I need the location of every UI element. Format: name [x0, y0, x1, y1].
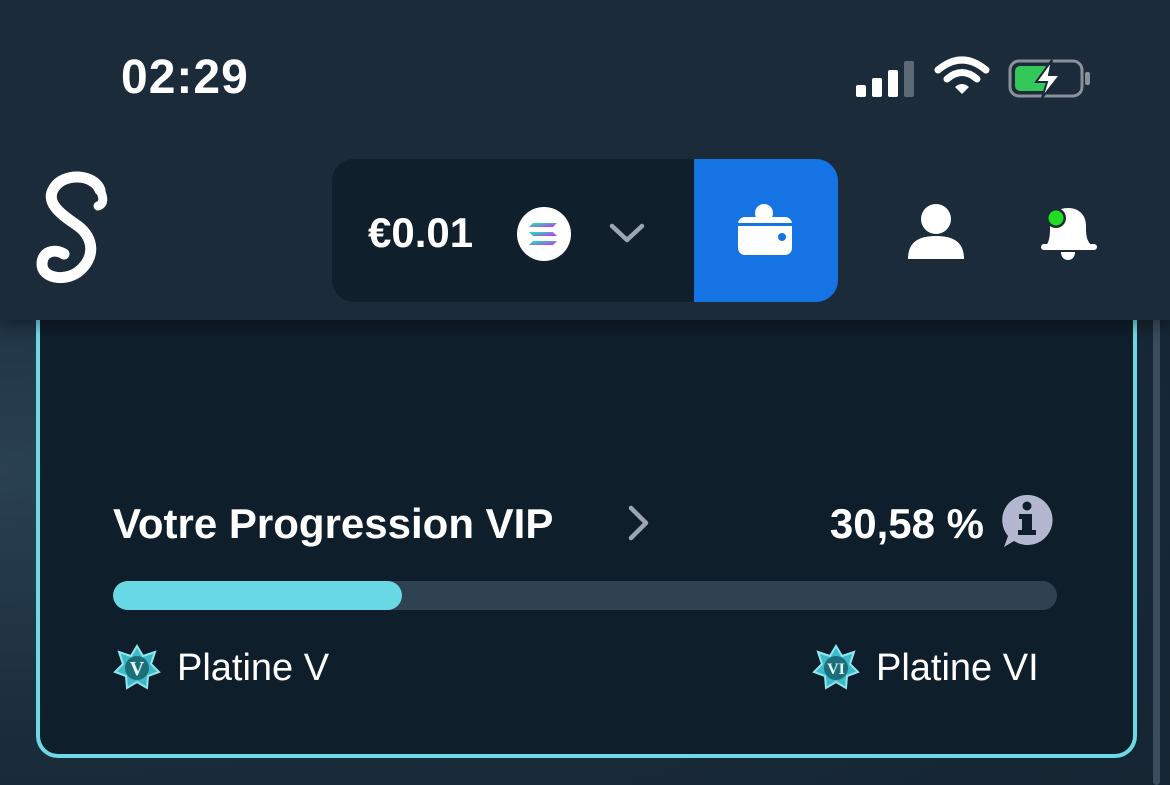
current-tier-label: Platine V: [177, 646, 330, 689]
wallet-icon: [738, 204, 792, 255]
balance-selector[interactable]: €0.01: [332, 159, 838, 302]
chevron-right-icon[interactable]: [624, 503, 654, 543]
signal-icon: [856, 61, 914, 97]
vip-progress-title[interactable]: Votre Progression VIP: [113, 500, 553, 548]
bell-icon[interactable]: [1036, 200, 1100, 262]
user-icon[interactable]: [906, 203, 966, 261]
tier-badge-text: V: [130, 658, 145, 680]
info-icon[interactable]: [1000, 493, 1054, 549]
vip-progress-fill: [113, 581, 402, 610]
balance-amount: €0.01: [368, 209, 474, 256]
vip-progress-bar: [113, 581, 1057, 610]
chevron-down-icon[interactable]: [608, 221, 646, 245]
tier-badge-text: VI: [827, 661, 845, 678]
vip-tier-badge-icon: VI: [812, 644, 860, 690]
balance-dropdown[interactable]: €0.01: [332, 159, 694, 302]
vip-progress-percent: 30,58 %: [829, 500, 984, 547]
wallet-button[interactable]: [694, 159, 838, 302]
next-tier: VI Platine VI: [812, 640, 1039, 696]
site-logo[interactable]: [34, 168, 114, 288]
current-tier: V Platine V: [113, 640, 329, 696]
solana-coin-icon: [517, 207, 571, 261]
vip-tier-badge-icon: V: [113, 644, 161, 690]
top-header: 02:29 €0.01: [0, 0, 1170, 320]
next-tier-label: Platine VI: [876, 646, 1039, 689]
wifi-icon: [934, 56, 990, 94]
battery-charging-icon: [1008, 59, 1090, 99]
status-time: 02:29: [121, 51, 249, 104]
